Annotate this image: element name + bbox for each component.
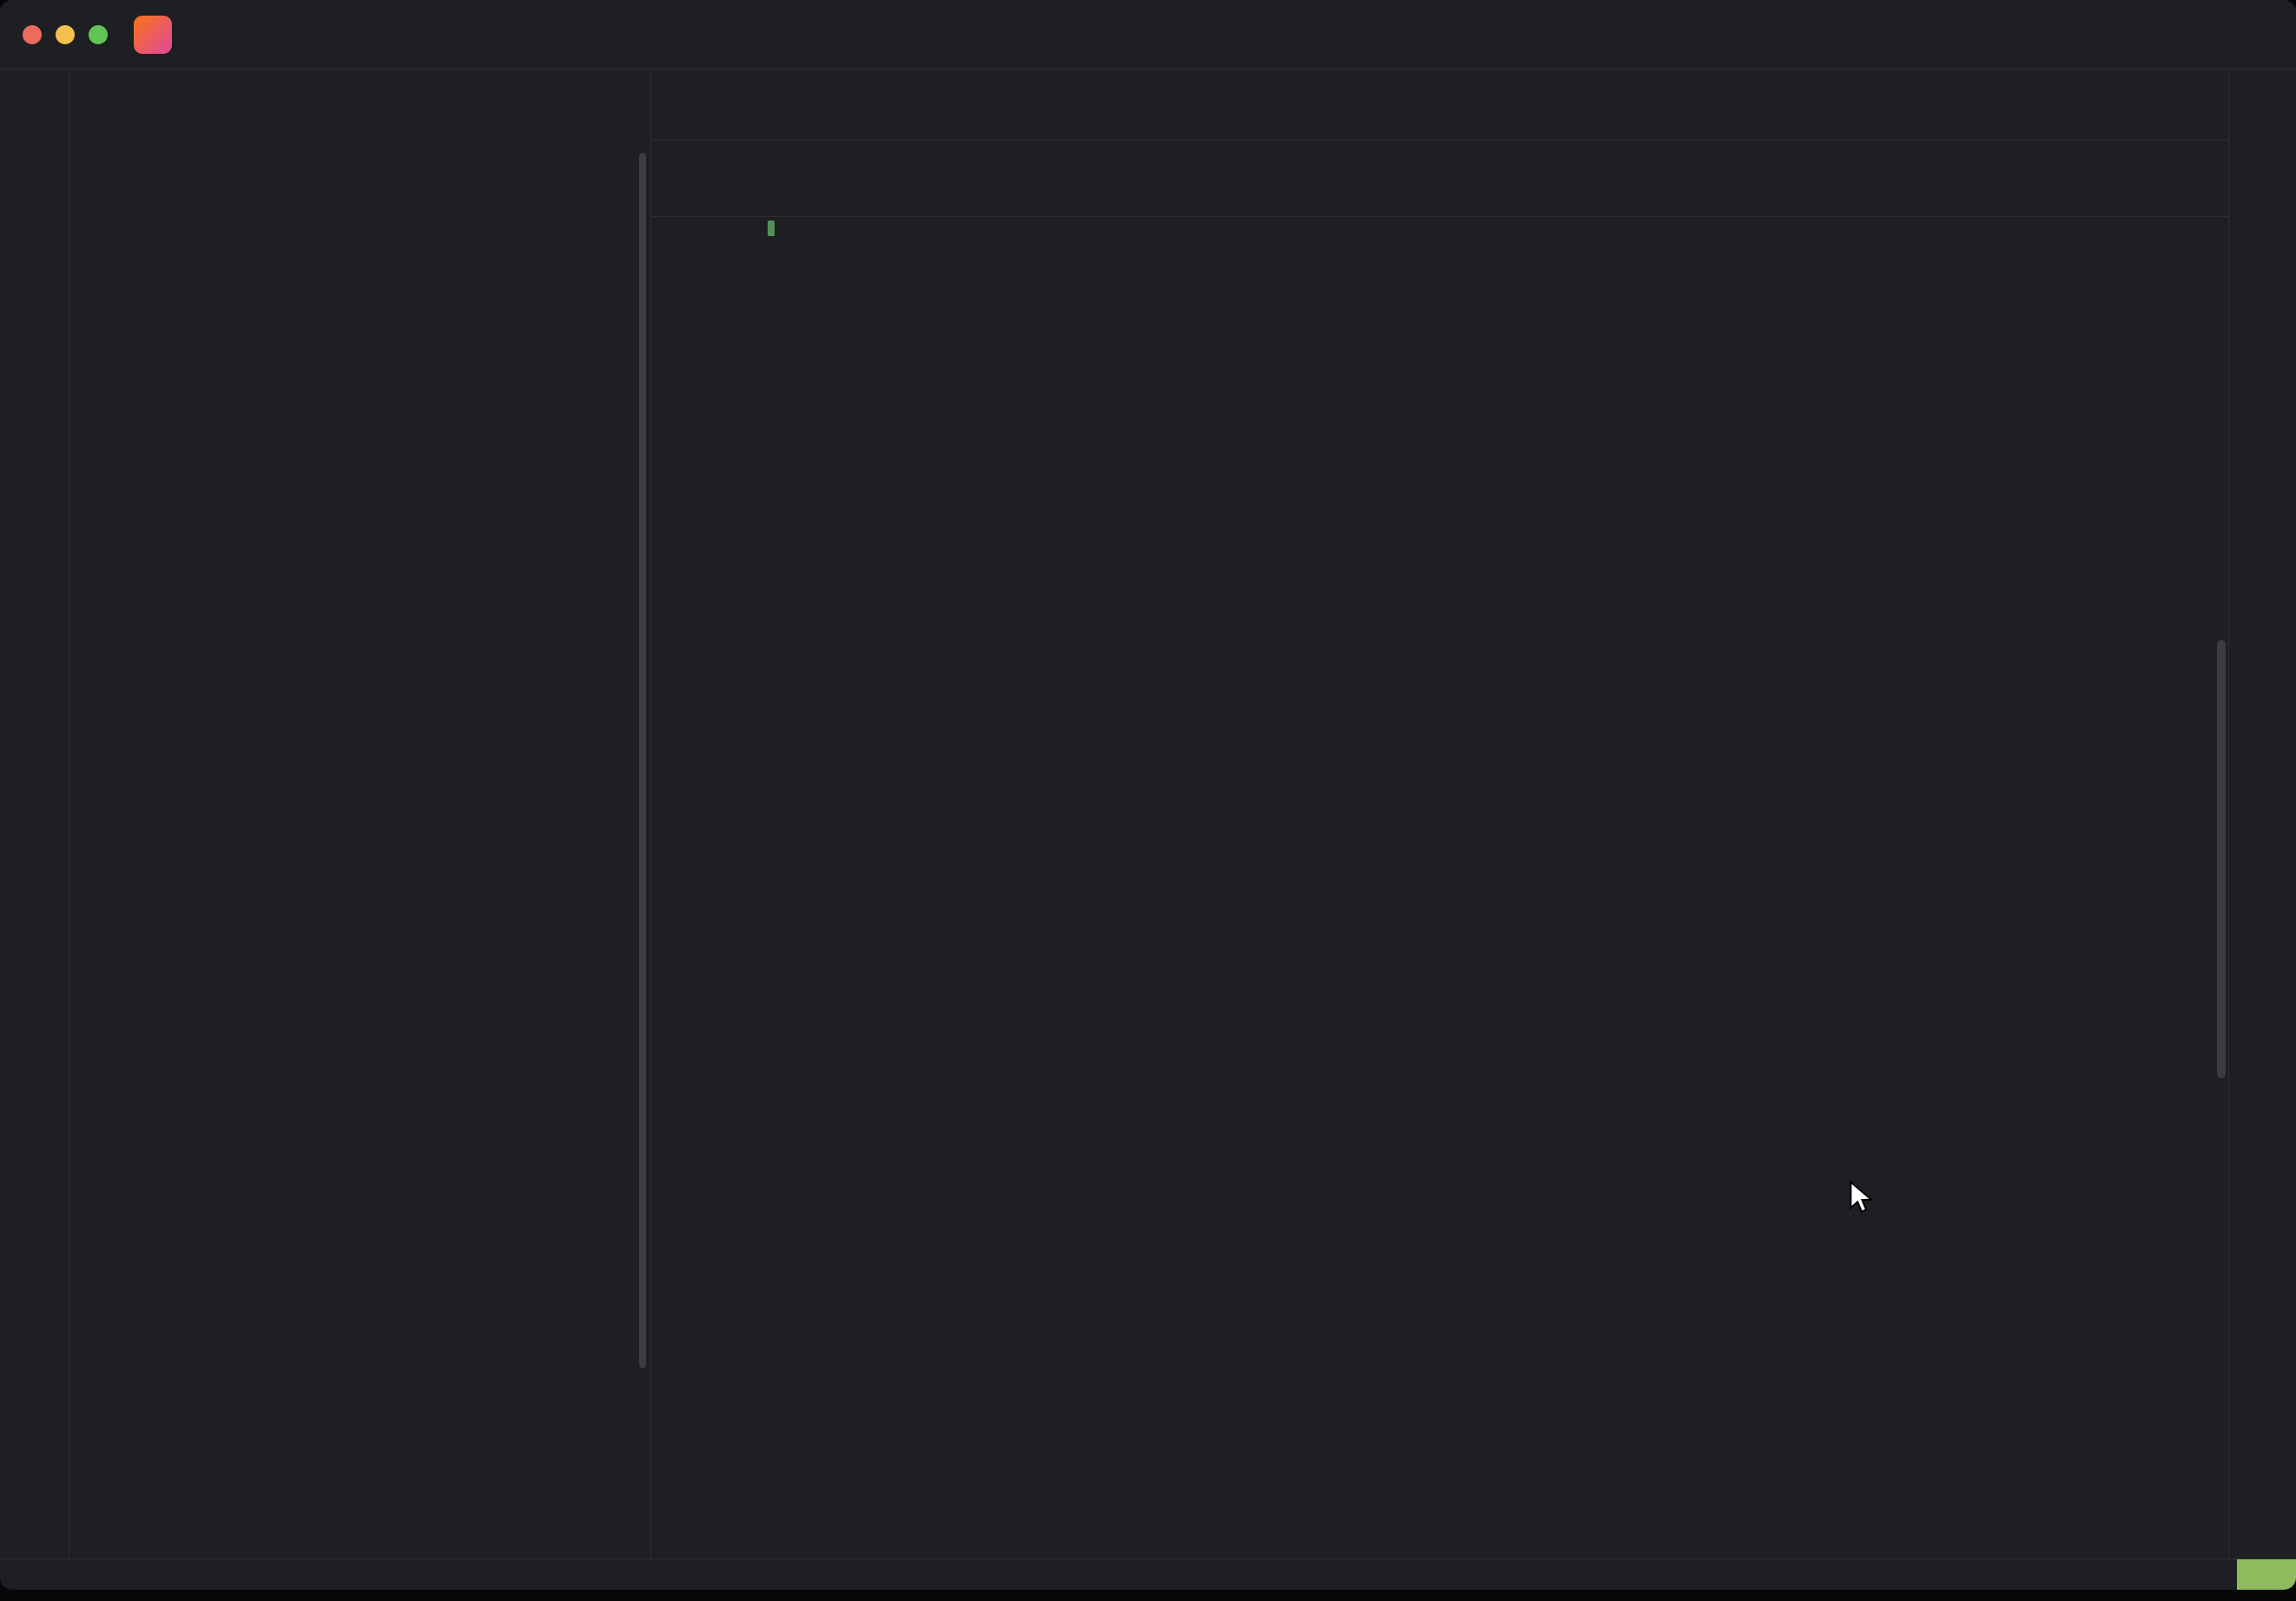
mouse-cursor bbox=[1846, 1179, 1883, 1220]
status-bar bbox=[0, 1558, 2296, 1590]
sticky-line bbox=[651, 141, 2228, 217]
traffic-lights bbox=[23, 25, 108, 44]
project-tree-scrollbar[interactable] bbox=[639, 153, 646, 1368]
ide-window bbox=[0, 0, 2296, 1590]
more-actions-button[interactable] bbox=[2152, 16, 2190, 54]
debug-button[interactable] bbox=[2089, 16, 2128, 54]
branch-selector[interactable] bbox=[226, 30, 261, 40]
close-window-button[interactable] bbox=[23, 25, 42, 44]
titlebar bbox=[0, 0, 2296, 69]
run-button[interactable] bbox=[2027, 16, 2065, 54]
vcs-added-marker bbox=[768, 221, 775, 236]
editor-scrollbar[interactable] bbox=[2217, 640, 2226, 1078]
vim-mode-badge[interactable] bbox=[2237, 1559, 2296, 1590]
run-configuration-selector[interactable] bbox=[1968, 30, 2002, 40]
editor-tab-bar bbox=[651, 69, 2228, 141]
project-logo bbox=[134, 16, 172, 54]
project-tree bbox=[69, 123, 650, 1558]
right-tool-strip bbox=[2228, 69, 2296, 1558]
zoom-window-button[interactable] bbox=[89, 25, 108, 44]
editor-area bbox=[651, 69, 2228, 1558]
editor-body[interactable] bbox=[651, 141, 2228, 1558]
project-selector[interactable] bbox=[186, 30, 212, 40]
minimize-window-button[interactable] bbox=[56, 25, 75, 44]
left-tool-strip bbox=[0, 69, 69, 1558]
sticky-line-number bbox=[651, 141, 693, 216]
project-panel bbox=[69, 69, 651, 1558]
